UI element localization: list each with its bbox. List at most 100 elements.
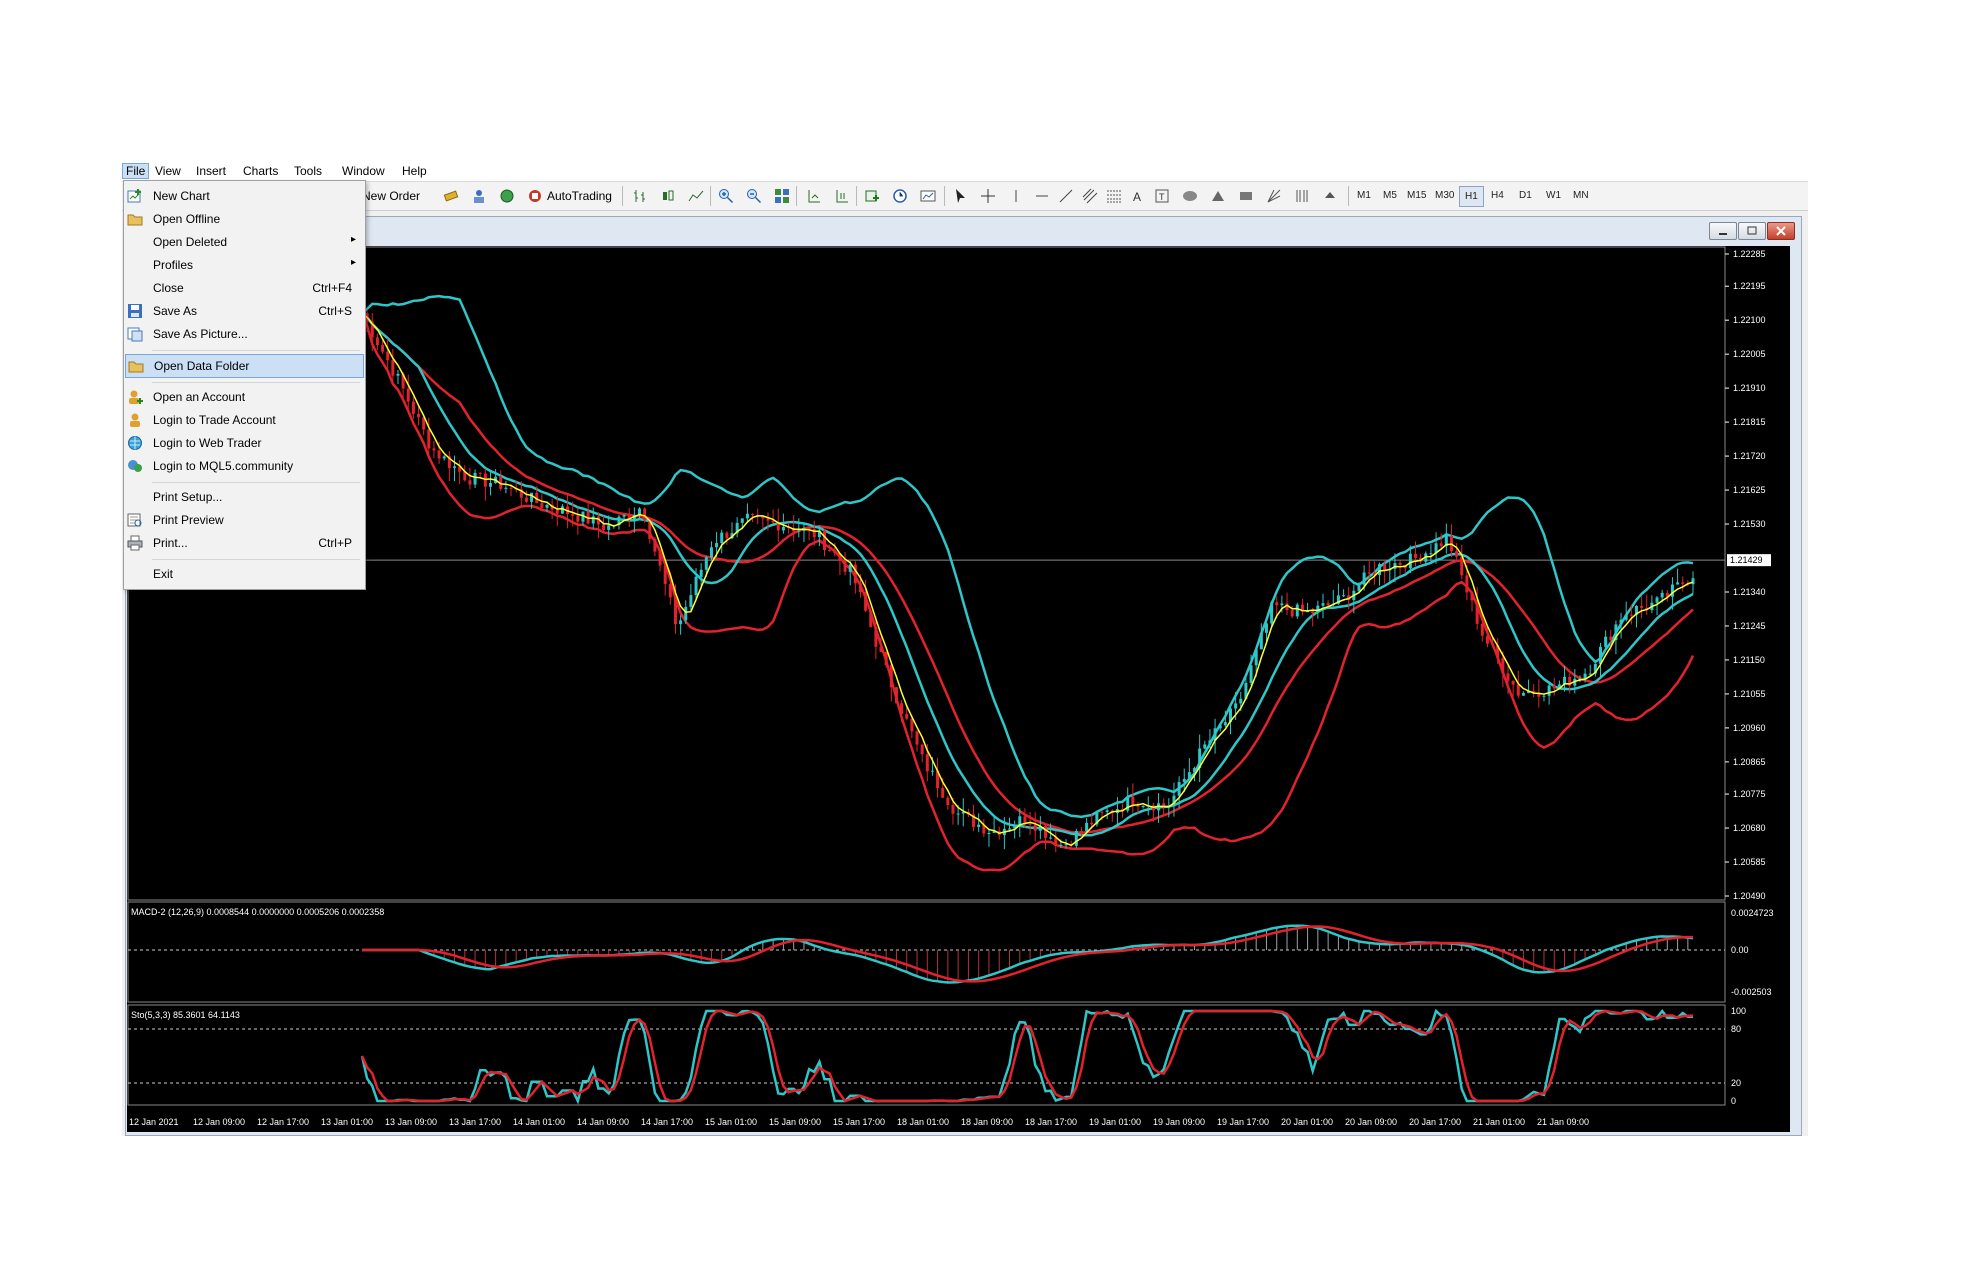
candle-body	[663, 565, 667, 584]
menu-item-login-mql5[interactable]: Login to MQL5.community	[125, 455, 364, 477]
navigator-icon[interactable]	[471, 188, 487, 204]
timeframe-h1[interactable]: H1	[1459, 186, 1484, 207]
macd-label: MACD-2 (12,26,9) 0.0008544 0.0000000 0.0…	[131, 907, 384, 917]
candlestick-icon[interactable]	[660, 188, 676, 204]
market-watch-icon[interactable]	[499, 188, 515, 204]
ellipse-icon[interactable]	[1182, 188, 1198, 204]
candle-body	[1249, 665, 1253, 683]
candle-body	[1367, 572, 1371, 574]
menu-file[interactable]: File	[122, 163, 150, 179]
text-icon[interactable]: A	[1130, 188, 1146, 204]
price-axis-label: 1.20490	[1733, 891, 1766, 901]
menu-item-open-data-folder[interactable]: Open Data Folder	[125, 354, 364, 378]
minimize-button[interactable]	[1709, 222, 1737, 240]
menu-item-exit[interactable]: Exit	[125, 563, 364, 585]
gold-icon[interactable]	[443, 188, 459, 204]
crosshair-icon[interactable]	[980, 188, 996, 204]
toolbar-separator	[856, 186, 857, 206]
menu-item-open-account[interactable]: Open an Account	[125, 386, 364, 408]
zoom-in-icon[interactable]	[718, 188, 734, 204]
menu-charts[interactable]: Charts	[243, 164, 278, 178]
menu-window[interactable]: Window	[342, 164, 385, 178]
menu-item-print[interactable]: Print... Ctrl+P	[125, 532, 364, 554]
menu-bar: File View Insert Charts Tools Window Hel…	[122, 161, 1808, 182]
text-label-icon[interactable]: T	[1154, 188, 1170, 204]
candle-body	[812, 528, 816, 538]
cursor-icon[interactable]	[952, 188, 968, 204]
line-chart-icon[interactable]	[688, 188, 704, 204]
macd-main-line	[362, 924, 1694, 984]
triangle-icon[interactable]	[1210, 188, 1226, 204]
bar-chart-icon[interactable]	[632, 188, 648, 204]
menu-view[interactable]: View	[155, 164, 181, 178]
candle-body	[381, 345, 385, 352]
save-icon	[128, 304, 142, 318]
price-chart[interactable]: 1.22285 1.22195 1.22100 1.22005 1.21910 1.218…	[127, 246, 1790, 1132]
candle-body	[843, 560, 847, 572]
candle-body	[684, 606, 688, 621]
close-button[interactable]	[1767, 222, 1795, 240]
rectangle-icon[interactable]	[1238, 188, 1254, 204]
candle-body	[1311, 611, 1315, 613]
timeframe-m5[interactable]: M5	[1383, 190, 1397, 201]
menu-item-print-setup[interactable]: Print Setup...	[125, 486, 364, 508]
timeframe-mn[interactable]: MN	[1573, 190, 1589, 201]
cycle-lines-icon[interactable]	[1294, 188, 1310, 204]
menu-item-open-deleted[interactable]: Open Deleted ▸	[125, 231, 364, 253]
tile-windows-icon[interactable]	[774, 188, 790, 204]
menu-item-print-preview[interactable]: Print Preview	[125, 509, 364, 531]
stochastic-pane-frame	[127, 1004, 1726, 1106]
timeframe-m30[interactable]: M30	[1435, 190, 1454, 201]
indicators-icon[interactable]	[864, 188, 880, 204]
file-menu-dropdown: New Chart Open Offline Open Deleted ▸ Pr…	[123, 180, 366, 590]
price-axis-label: 1.21245	[1733, 621, 1766, 631]
menu-item-close[interactable]: Close Ctrl+F4	[125, 277, 364, 299]
menu-item-save-as-picture[interactable]: Save As Picture...	[125, 323, 364, 345]
autoscroll-icon[interactable]	[834, 188, 850, 204]
candle-body	[869, 610, 873, 628]
menu-item-new-chart[interactable]: New Chart	[125, 185, 364, 207]
menu-item-login-web-trader[interactable]: Login to Web Trader	[125, 432, 364, 454]
chart-area[interactable]: 1.22285 1.22195 1.22100 1.22005 1.21910 1.218…	[127, 246, 1790, 1132]
arrows-icon[interactable]	[1322, 188, 1338, 204]
timeframe-w1[interactable]: W1	[1546, 190, 1561, 201]
candle-body	[1033, 824, 1037, 831]
candle-body	[478, 472, 482, 474]
gann-fan-icon[interactable]	[1266, 188, 1282, 204]
candle-body	[1465, 575, 1469, 593]
menu-item-label: Print Setup...	[153, 490, 223, 504]
menu-item-login-trade-account[interactable]: Login to Trade Account	[125, 409, 364, 431]
vertical-line-icon[interactable]	[1008, 188, 1024, 204]
templates-icon[interactable]	[920, 188, 936, 204]
autotrading-button[interactable]: AutoTrading	[527, 187, 612, 205]
fibonacci-icon[interactable]	[1106, 188, 1122, 204]
candle-body	[930, 770, 934, 772]
horizontal-line-icon[interactable]	[1034, 188, 1050, 204]
candle-body	[442, 456, 446, 459]
timeframe-m1[interactable]: M1	[1357, 190, 1371, 201]
timeframe-d1[interactable]: D1	[1519, 190, 1532, 201]
candle-body	[386, 351, 390, 361]
menu-item-profiles[interactable]: Profiles ▸	[125, 254, 364, 276]
candle-body	[468, 480, 472, 485]
menu-help[interactable]: Help	[402, 164, 427, 178]
menu-insert[interactable]: Insert	[196, 164, 226, 178]
trendline-icon[interactable]	[1058, 188, 1074, 204]
menu-item-label: Login to Web Trader	[153, 436, 262, 450]
candle-body	[1254, 649, 1258, 666]
chart-shift-icon[interactable]	[806, 188, 822, 204]
restore-button[interactable]	[1738, 222, 1766, 240]
candle-body	[725, 532, 729, 539]
menu-item-save-as[interactable]: Save As Ctrl+S	[125, 300, 364, 322]
periods-icon[interactable]	[892, 188, 908, 204]
channel-icon[interactable]	[1082, 188, 1098, 204]
timeframe-m15[interactable]: M15	[1407, 190, 1426, 201]
time-axis-label: 15 Jan 01:00	[705, 1117, 757, 1127]
time-axis-label: 12 Jan 2021	[129, 1117, 179, 1127]
new-order-button[interactable]: New Order	[362, 187, 420, 205]
menu-item-open-offline[interactable]: Open Offline	[125, 208, 364, 230]
candle-body	[1141, 806, 1145, 808]
timeframe-h4[interactable]: H4	[1491, 190, 1504, 201]
zoom-out-icon[interactable]	[746, 188, 762, 204]
menu-tools[interactable]: Tools	[294, 164, 322, 178]
